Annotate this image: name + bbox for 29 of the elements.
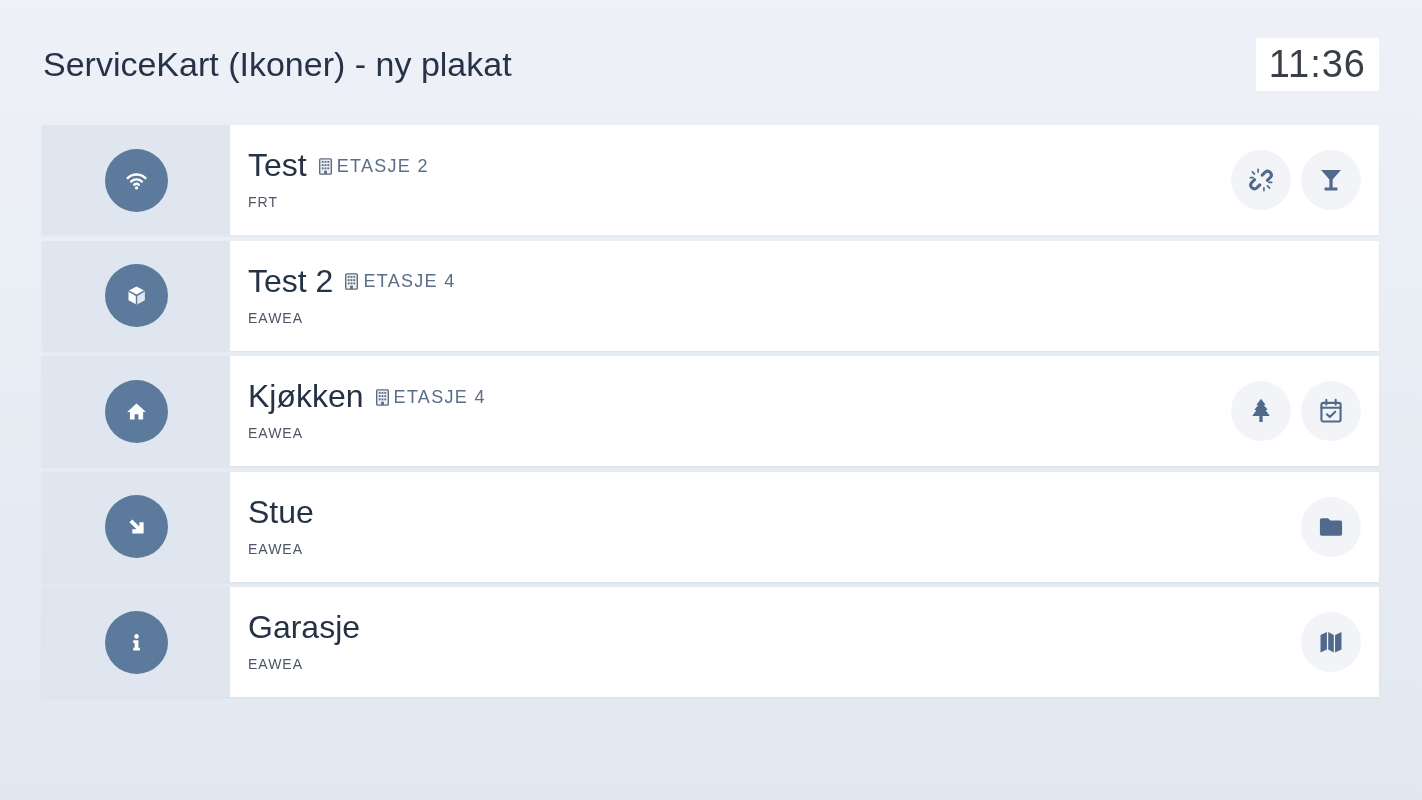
building-icon (345, 273, 359, 290)
row-title: Kjøkken (248, 377, 364, 416)
row-title: Test 2 (248, 261, 334, 301)
service-row[interactable]: Stue EAWEA (42, 471, 1379, 582)
floor-label: ETASJE 4 (393, 386, 486, 408)
row-title: Stue (248, 492, 314, 532)
clock-display: 11:36 (1255, 38, 1379, 91)
calendar-check-icon (1317, 397, 1345, 425)
broken-link-icon (1247, 166, 1275, 194)
service-row[interactable]: Test 2 ETASJE 4 EAWEA (42, 240, 1379, 351)
building-icon (375, 388, 389, 406)
row-subtitle: EAWEA (248, 539, 304, 558)
info-icon (104, 610, 168, 674)
floor-label: ETASJE 4 (363, 271, 456, 292)
cube-icon (104, 264, 168, 327)
row-subtitle: EAWEA (248, 655, 304, 673)
service-row[interactable]: Test ETASJE 2 FRT (42, 125, 1379, 235)
service-row[interactable]: Garasje EAWEA (42, 587, 1379, 697)
building-icon (318, 157, 332, 175)
service-row[interactable]: Kjøkken ETASJE 4 EAWEA (42, 356, 1379, 466)
page-title: ServiceKart (Ikoner) - ny plakat (43, 45, 512, 84)
row-title: Garasje (248, 608, 361, 647)
floor-label: ETASJE 2 (336, 155, 429, 177)
house-icon (104, 379, 168, 443)
row-title: Test (248, 146, 307, 185)
row-subtitle: EAWEA (248, 308, 304, 327)
wifi-icon (104, 148, 168, 212)
row-subtitle: EAWEA (248, 424, 304, 442)
row-subtitle: FRT (248, 193, 278, 211)
